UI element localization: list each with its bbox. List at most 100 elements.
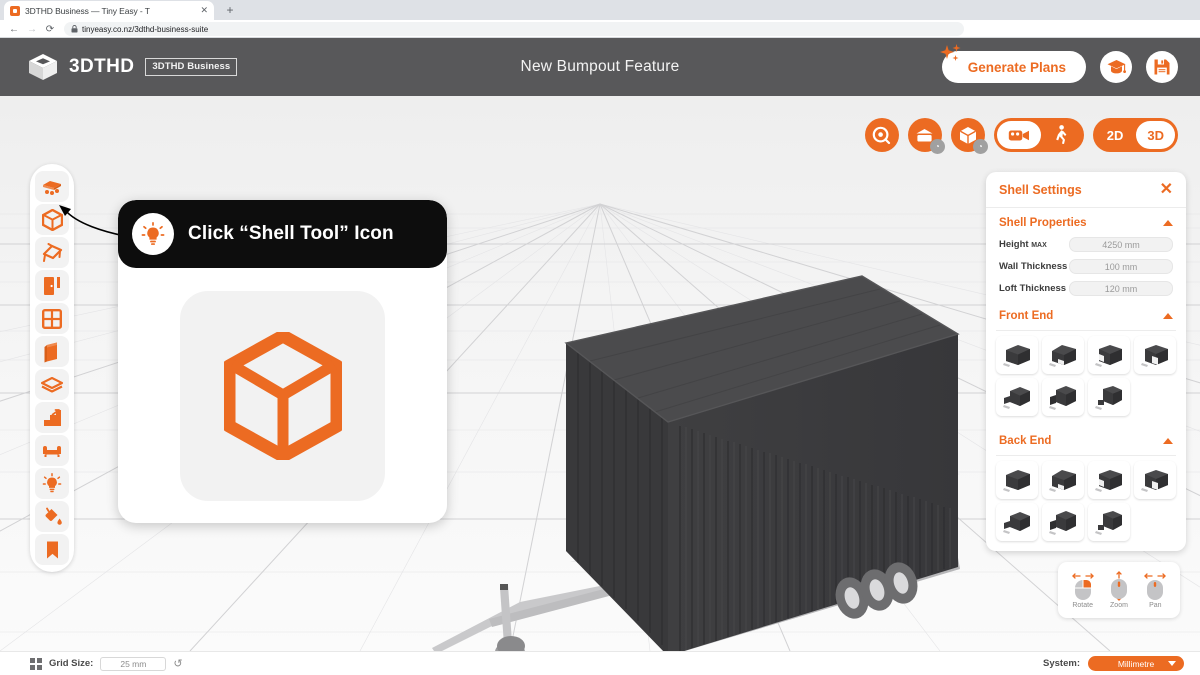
shell-visibility-button[interactable]: ◔ (950, 118, 988, 154)
front-end-option[interactable] (1042, 336, 1084, 374)
roof-visibility-button[interactable]: ◔ (907, 118, 945, 154)
app-root: 3DTHD Business — Tiny Easy - T ✕ + ← → ⟳… (0, 0, 1200, 675)
sidebar-item-bookmark-tool[interactable] (35, 534, 69, 565)
reload-icon[interactable]: ⟳ (42, 21, 58, 37)
camera-mode-segment[interactable] (996, 121, 1041, 149)
wall-icon (44, 342, 57, 362)
front-end-section-header[interactable]: Front End (986, 301, 1186, 328)
section-title: Shell Properties (999, 217, 1087, 229)
sidebar-item-floor-tool[interactable] (35, 369, 69, 400)
sidebar-item-stairs-tool[interactable] (35, 402, 69, 433)
back-end-option[interactable] (1042, 461, 1084, 499)
sidebar-item-roof-tool[interactable] (35, 237, 69, 268)
reset-icon[interactable]: ↺ (173, 657, 182, 670)
roof-icon (42, 243, 63, 262)
front-end-option[interactable] (1134, 336, 1176, 374)
navigation-buttons: ← → ⟳ (0, 21, 58, 37)
lock-icon (71, 25, 78, 33)
grid-size-input[interactable]: 25 mm (100, 656, 167, 671)
browser-tab[interactable]: 3DTHD Business — Tiny Easy - T ✕ (4, 1, 214, 20)
section-title: Front End (999, 310, 1054, 322)
walk-mode-segment[interactable] (1043, 121, 1081, 149)
grid-size-group: Grid Size: 25 mm ↺ (0, 656, 183, 671)
back-end-option[interactable] (1134, 461, 1176, 499)
back-end-options (986, 456, 1186, 551)
favicon (10, 5, 20, 16)
back-end-option[interactable] (1088, 461, 1130, 499)
back-icon[interactable]: ← (6, 21, 22, 37)
grid-icon (30, 657, 42, 670)
sidebar-item-wall-tool[interactable] (35, 336, 69, 367)
learn-button[interactable] (1100, 51, 1132, 83)
sidebar-item-door-tool[interactable] (35, 270, 69, 301)
shell-visibility-badge: ◔ (972, 139, 988, 154)
sidebar-item-paint-tool[interactable] (35, 501, 69, 532)
camera-walk-toggle[interactable] (993, 118, 1084, 152)
chevron-up-icon[interactable] (1163, 220, 1173, 226)
brand-logo[interactable]: 3DTHD 3DTHD Business (0, 53, 238, 81)
shell-properties-section-header[interactable]: Shell Properties (986, 208, 1186, 235)
property-value-loft-thickness[interactable]: 120 mm (1069, 281, 1173, 296)
roof-visibility-badge: ◔ (929, 139, 945, 154)
section-title: Back End (999, 435, 1052, 447)
hint-rotate: Rotate (1070, 571, 1096, 609)
back-end-option[interactable] (996, 503, 1038, 541)
shell-tool-preview-card (180, 290, 385, 501)
front-end-option[interactable] (1088, 378, 1130, 416)
property-label: Wall Thickness (999, 261, 1068, 272)
property-sup: MAX (1031, 242, 1047, 249)
walk-person-icon (1056, 125, 1067, 144)
front-end-option[interactable] (1088, 336, 1130, 374)
callout-header: Click “Shell Tool” Icon (118, 200, 447, 268)
measure-tape-icon (872, 126, 891, 144)
save-button[interactable] (1146, 51, 1178, 83)
sidebar-item-furniture-tool[interactable] (35, 435, 69, 466)
paint-bucket-icon (45, 507, 62, 525)
tab-title: 3DTHD Business — Tiny Easy - T (25, 5, 150, 16)
unit-system-value: Millimetre (1117, 658, 1155, 669)
forward-icon[interactable]: → (24, 21, 40, 37)
close-icon[interactable]: ✕ (1160, 181, 1173, 198)
chevron-up-icon[interactable] (1163, 438, 1173, 444)
close-icon[interactable]: ✕ (200, 6, 208, 15)
tab-2d[interactable]: 2D (1096, 121, 1135, 149)
measure-tool-button[interactable] (864, 118, 899, 152)
sofa-icon (43, 446, 61, 457)
lightbulb-icon (132, 213, 174, 255)
back-end-option[interactable] (1088, 503, 1130, 541)
tab-3d[interactable]: 3D (1136, 121, 1175, 149)
browser-tab-strip: 3DTHD Business — Tiny Easy - T ✕ + (0, 0, 1200, 20)
back-end-option[interactable] (996, 461, 1038, 499)
status-bar: Grid Size: 25 mm ↺ System: Millimetre (0, 651, 1200, 675)
unit-system-select[interactable]: Millimetre (1088, 656, 1184, 671)
logo-badge: 3DTHD Business (145, 58, 238, 76)
sidebar-item-lighting-tool[interactable] (35, 468, 69, 499)
generate-plans-label: Generate Plans (967, 59, 1066, 75)
panel-header: Shell Settings ✕ (986, 172, 1186, 208)
address-bar[interactable]: tinyeasy.co.nz/3dthd-business-suite (64, 22, 964, 36)
generate-plans-button[interactable]: Generate Plans (939, 44, 1086, 83)
url-text: tinyeasy.co.nz/3dthd-business-suite (82, 24, 209, 34)
property-value-wall-thickness[interactable]: 100 mm (1069, 259, 1173, 274)
3d-viewport[interactable]: ◔ ◔ 2D 3D Shell Settings ✕ Shell Propert… (0, 96, 1200, 651)
bookmark-icon (46, 541, 58, 558)
door-icon (44, 277, 60, 295)
property-value-height[interactable]: 4250 mm (1069, 237, 1173, 252)
back-end-option[interactable] (1042, 503, 1084, 541)
window-icon (42, 308, 62, 329)
logo-text: 3DTHD (69, 56, 135, 77)
new-tab-icon[interactable]: + (222, 3, 238, 18)
property-row-wall-thickness: Wall Thickness 100 mm (986, 257, 1186, 276)
dimension-toggle[interactable]: 2D 3D (1092, 118, 1178, 152)
front-end-option[interactable] (1042, 378, 1084, 416)
sidebar-item-window-tool[interactable] (35, 303, 69, 334)
back-end-section-header[interactable]: Back End (986, 426, 1186, 453)
hint-label: Pan (1149, 602, 1162, 609)
browser-toolbar: ← → ⟳ tinyeasy.co.nz/3dthd-business-suit… (0, 20, 1200, 54)
callout-text: Click “Shell Tool” Icon (188, 223, 394, 244)
chevron-up-icon[interactable] (1163, 313, 1173, 319)
hint-zoom: Zoom (1109, 571, 1129, 609)
property-label: Loft Thickness (999, 283, 1067, 294)
front-end-option[interactable] (996, 378, 1038, 416)
front-end-option[interactable] (996, 336, 1038, 374)
